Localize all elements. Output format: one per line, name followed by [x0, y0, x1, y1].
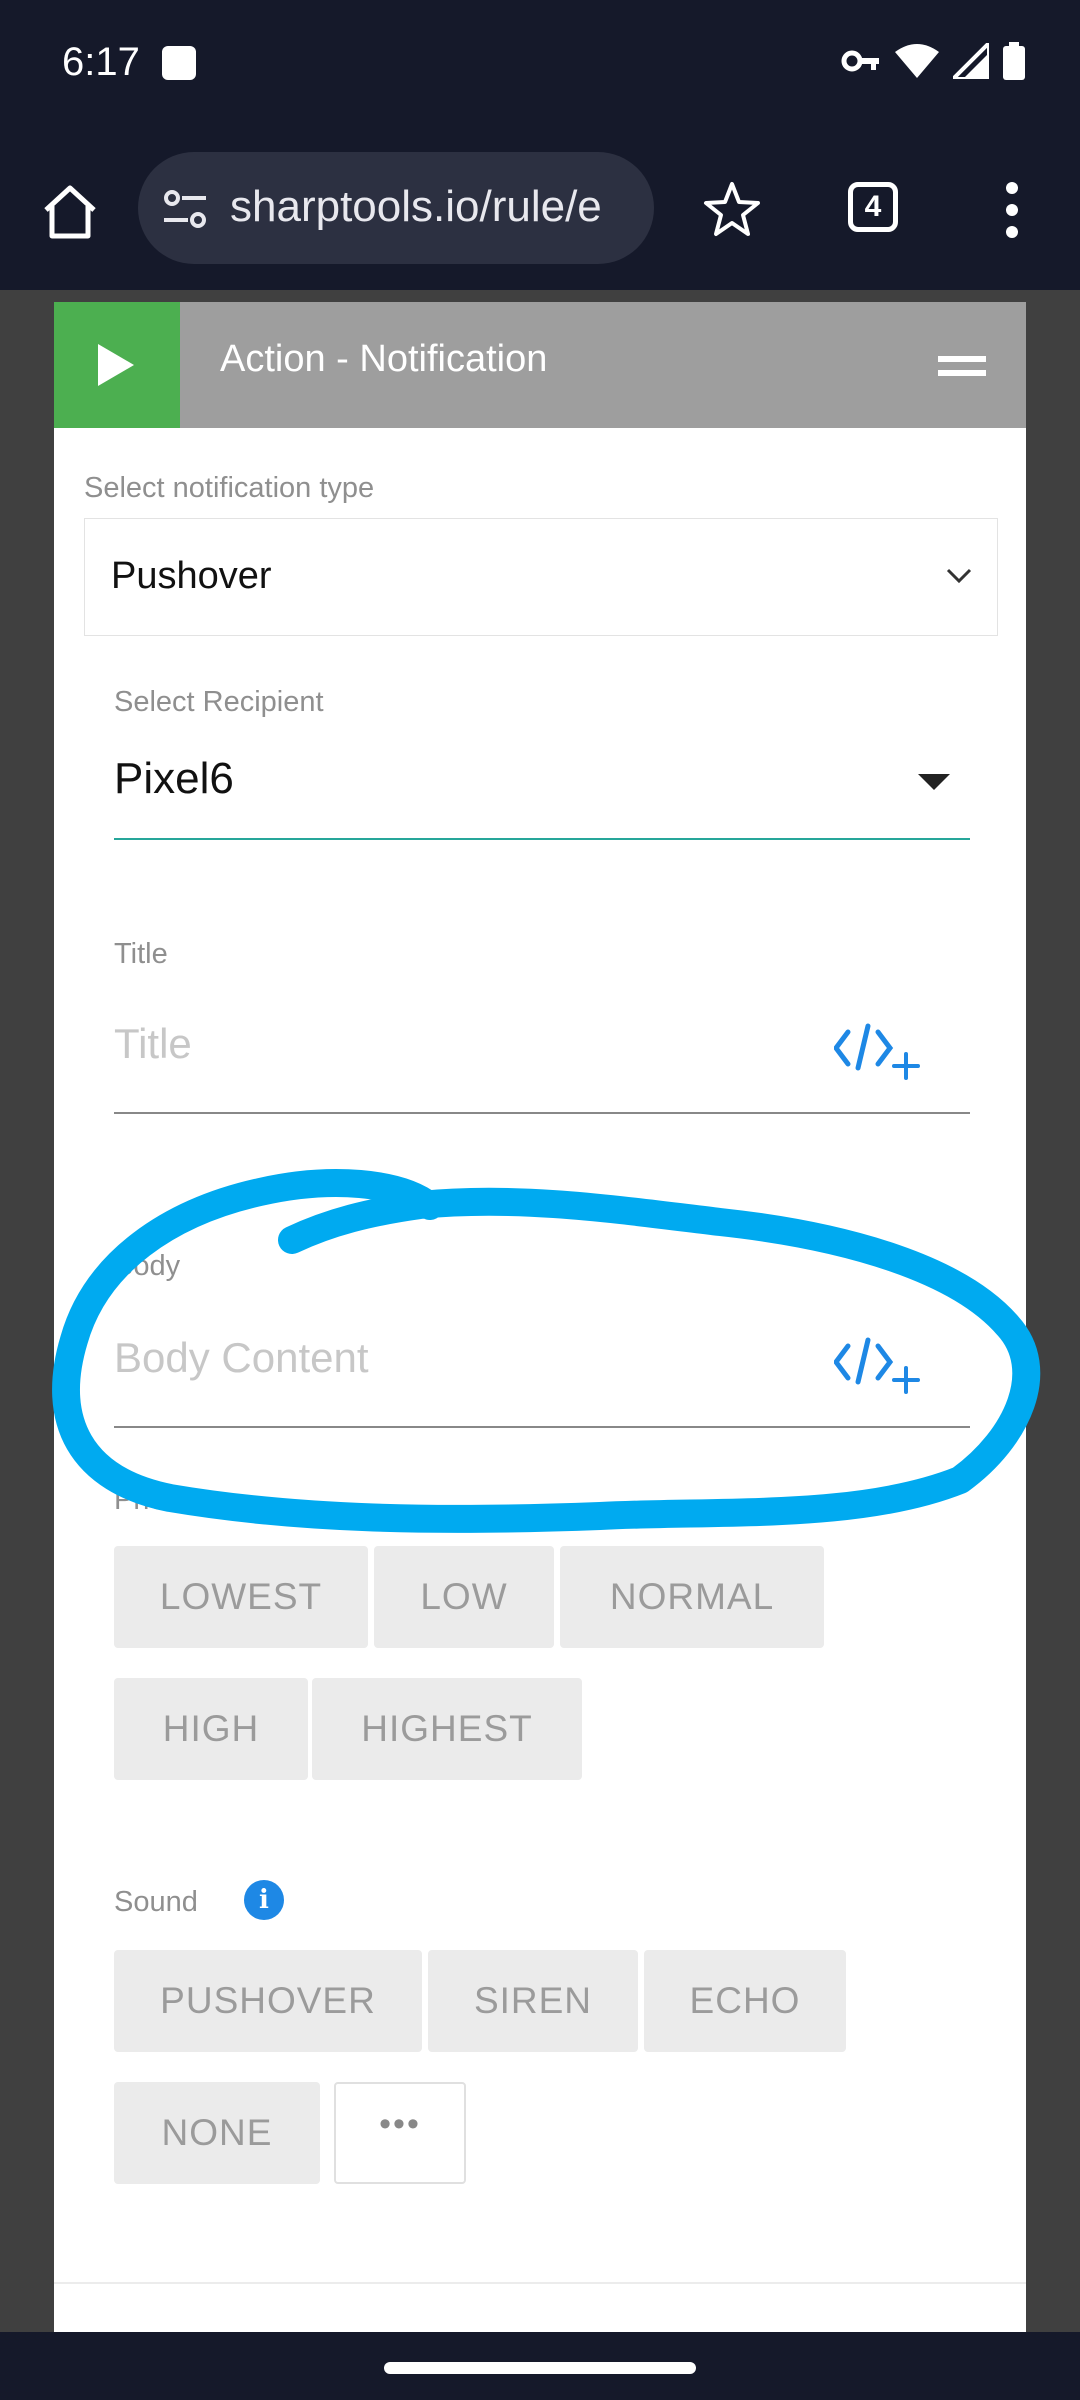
insert-variable-icon[interactable]	[834, 1022, 930, 1082]
recipient-underline	[114, 838, 970, 840]
chevron-down-icon	[946, 568, 972, 584]
status-time: 6:17	[62, 40, 140, 84]
browser-toolbar: sharptools.io/rule/e 4	[0, 130, 1080, 290]
notification-app-icon	[162, 46, 196, 80]
sound-none-button[interactable]: NONE	[114, 2082, 320, 2184]
notification-action-card: Action - Notification Select notificatio…	[54, 302, 1026, 2332]
body-label: Body	[114, 1250, 181, 1282]
url-text: sharptools.io/rule/e	[230, 182, 602, 231]
sound-echo-button[interactable]: ECHO	[644, 1950, 846, 2052]
title-underline	[114, 1112, 970, 1114]
title-label: Title	[114, 938, 168, 970]
signal-icon	[953, 43, 989, 79]
notification-type-value: Pushover	[111, 555, 272, 597]
insert-variable-icon[interactable]	[834, 1336, 930, 1396]
vpn-key-icon	[841, 50, 879, 72]
sound-siren-button[interactable]: SIREN	[428, 1950, 638, 2052]
wifi-icon	[895, 44, 939, 78]
recipient-label: Select Recipient	[114, 686, 324, 718]
battery-icon	[1003, 42, 1025, 80]
card-divider	[54, 2282, 1026, 2284]
site-settings-icon[interactable]	[162, 186, 208, 232]
play-icon	[98, 344, 134, 386]
body-underline	[114, 1426, 970, 1428]
priority-label: Priority	[114, 1484, 205, 1516]
recipient-select[interactable]: Pixel6	[114, 754, 234, 804]
priority-normal-button[interactable]: NORMAL	[560, 1546, 824, 1648]
sound-pushover-button[interactable]: PUSHOVER	[114, 1950, 422, 2052]
status-bar: 6:17	[0, 0, 1080, 130]
card-header: Action - Notification	[54, 302, 1026, 428]
bookmark-star-icon[interactable]	[700, 178, 764, 242]
sound-label: Sound	[114, 1886, 198, 1918]
tab-switcher-button[interactable]: 4	[848, 182, 898, 232]
notification-type-select[interactable]: Pushover	[84, 518, 998, 636]
body-input[interactable]: Body Content	[114, 1334, 369, 1382]
run-action-button[interactable]	[54, 302, 180, 428]
priority-high-button[interactable]: HIGH	[114, 1678, 308, 1780]
priority-low-button[interactable]: LOW	[374, 1546, 554, 1648]
priority-lowest-button[interactable]: LOWEST	[114, 1546, 368, 1648]
priority-highest-button[interactable]: HIGHEST	[312, 1678, 582, 1780]
info-icon[interactable]: i	[244, 1880, 284, 1920]
caret-down-icon	[918, 774, 950, 790]
card-title: Action - Notification	[220, 338, 548, 380]
address-bar[interactable]: sharptools.io/rule/e	[138, 152, 654, 264]
home-icon[interactable]	[38, 180, 102, 244]
status-icons	[841, 42, 1025, 80]
home-gesture-handle[interactable]	[384, 2362, 696, 2374]
title-input[interactable]: Title	[114, 1020, 192, 1068]
more-sounds-button[interactable]: •••	[334, 2082, 466, 2184]
notification-type-label: Select notification type	[84, 472, 375, 504]
drag-handle-icon[interactable]	[938, 356, 986, 384]
overflow-menu-icon[interactable]	[996, 182, 1028, 242]
